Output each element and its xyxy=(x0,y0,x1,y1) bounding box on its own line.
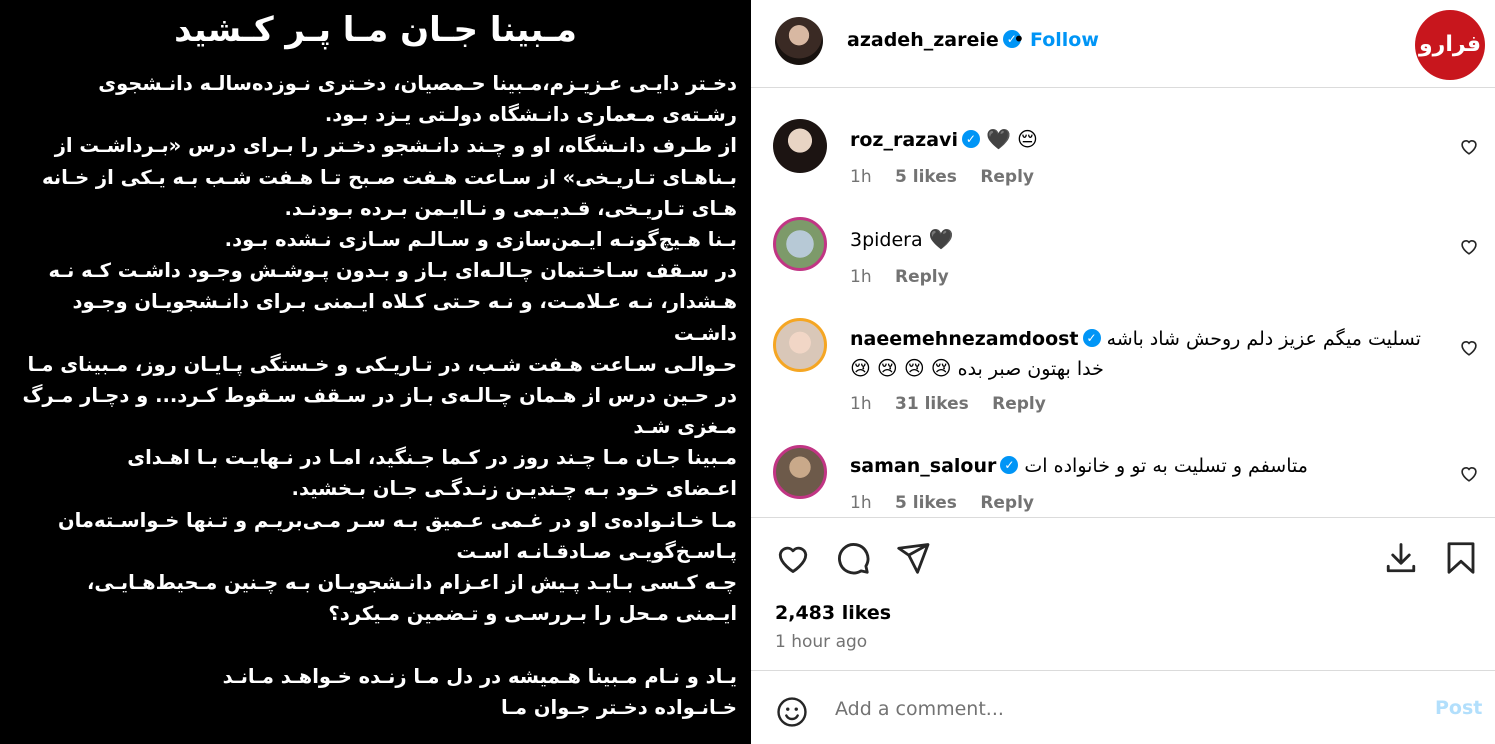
image-text-block: دخـتر دایـی عـزیـزم،مـبینا حـمصیان، دخـت… xyxy=(22,68,737,723)
comment-meta: 1h 5 likes Reply xyxy=(850,167,1052,187)
comment-likes[interactable]: 5 likes xyxy=(895,167,957,187)
comment-time: 1h xyxy=(850,267,872,287)
image-line: دخـتر دایـی عـزیـزم،مـبینا حـمصیان، دخـت… xyxy=(98,72,737,95)
brand-logo: فرارو xyxy=(1415,10,1485,80)
image-line: حـوالـی سـاعت هـفت شـب، در تـاریـکی و خـ… xyxy=(27,352,737,376)
comment-text-line: saman_salour ✓ متاسفم و تسلیت به تو و خان… xyxy=(850,455,1308,477)
image-line: اعـضای خـود بـه چـندیـن زنـدگـی جـان بـخ… xyxy=(291,477,737,501)
commenter-avatar[interactable] xyxy=(773,445,827,499)
image-line: چـه کـسی بـایـد پـیش از اعـزام دانـشجویـ… xyxy=(87,571,737,594)
comment-text-line: 3pidera 🖤 xyxy=(850,227,954,251)
image-line: بـنا هـیچ‌گونـه ایـمن‌سازی و سـالـم سـاز… xyxy=(224,227,737,251)
add-comment-bar: Post xyxy=(751,670,1495,744)
like-heart-icon[interactable] xyxy=(775,540,811,576)
black-heart-emoji: 🖤 xyxy=(928,227,954,251)
crying-face-emoji: 😢 xyxy=(903,356,925,380)
reply-button[interactable]: Reply xyxy=(980,167,1034,187)
like-comment-heart-icon[interactable] xyxy=(1458,135,1480,157)
image-line: رشـته‌ی مـعماری دانـشگاه دولـتی یـزد بـو… xyxy=(324,103,737,127)
image-line xyxy=(37,629,737,660)
separator-dot: • xyxy=(1013,27,1025,51)
like-comment-heart-icon[interactable] xyxy=(1458,462,1480,484)
author-username-text[interactable]: azadeh_zareie xyxy=(847,29,999,51)
author-avatar[interactable] xyxy=(775,17,823,65)
comment-bubble-icon[interactable] xyxy=(835,540,871,576)
verified-badge-icon: ✓ xyxy=(961,129,980,148)
comment-likes[interactable]: 31 likes xyxy=(895,394,969,414)
reply-button[interactable]: Reply xyxy=(980,493,1034,513)
emoji-picker-icon[interactable] xyxy=(775,695,809,729)
image-line: از طـرف دانـشگاه، او و چـند دانـشجو دخـت… xyxy=(54,134,737,158)
crying-face-emoji: 😢 xyxy=(876,356,898,380)
pensive-face-emoji: 😔 xyxy=(1016,127,1038,151)
comment-text-2: خدا بهتون صبر بده xyxy=(957,358,1104,380)
follow-button[interactable]: Follow xyxy=(1030,29,1099,51)
comment-input[interactable] xyxy=(835,695,1395,723)
commenter-avatar[interactable] xyxy=(773,119,827,173)
image-line: در سـقف سـاخـتمان چـالـه‌ای بـاز و بـدون… xyxy=(48,259,737,283)
comment-meta: 1h 31 likes Reply xyxy=(850,394,1064,414)
black-heart-emoji: 🖤 xyxy=(986,127,1011,151)
crying-face-emoji: 😢 xyxy=(850,356,871,380)
comment-likes[interactable]: 5 likes xyxy=(895,493,957,513)
post-image: مـبینا جـان مـا پـر کـشید دخـتر دایـی عـ… xyxy=(0,0,751,744)
image-line: هـای تـاریـخی، قـدیـمی و نـاایـمن بـرده … xyxy=(284,196,737,220)
image-line: پـاسـخ‌گویـی صـادقـانـه اسـت xyxy=(456,539,737,563)
reply-button[interactable]: Reply xyxy=(895,267,949,287)
download-icon[interactable] xyxy=(1383,540,1419,576)
commenter-username[interactable]: roz_razavi xyxy=(850,129,958,151)
image-line: ایـمنی مـحل را بـررسـی و تـضمین مـیکرد؟ xyxy=(328,602,737,626)
comments-list: roz_razavi ✓ 🖤 😔 1h 5 likes Reply 3pidera… xyxy=(751,89,1495,518)
image-line: مـا خـانـواده‌ی او در غـمی عـمیق بـه سـر… xyxy=(57,508,737,532)
comment-text-line-2: خدا بهتون صبر بده 😢 😢 😢 😢 xyxy=(850,356,1104,380)
verified-badge-icon: ✓ xyxy=(1000,455,1019,474)
like-comment-heart-icon[interactable] xyxy=(1458,336,1480,358)
image-line: یـاد و نـام مـبینا هـمیشه در دل مـا زنـد… xyxy=(222,664,737,688)
commenter-username[interactable]: saman_salour xyxy=(850,455,996,477)
share-send-icon[interactable] xyxy=(895,540,931,576)
comment-time: 1h xyxy=(850,493,872,513)
comment-time: 1h xyxy=(850,167,872,187)
comment-time: 1h xyxy=(850,394,872,414)
comment-meta: 1h Reply xyxy=(850,267,967,287)
commenter-avatar[interactable] xyxy=(773,217,827,271)
post-comment-button[interactable]: Post xyxy=(1435,697,1482,719)
reply-button[interactable]: Reply xyxy=(992,394,1046,414)
post-time: 1 hour ago xyxy=(775,632,868,652)
image-line: در حـین درس از هـمان چـالـه‌ی بـاز در سـ… xyxy=(22,383,737,407)
likes-count[interactable]: 2,483 likes xyxy=(775,602,891,624)
comment-text: تسلیت میگم عزیز دلم روحش شاد باشه xyxy=(1106,328,1421,350)
image-line: بـناهـای تـاریـخی» از سـاعت هـفت صـبح تـ… xyxy=(41,165,737,189)
post-header: azadeh_zareie ✓ • Follow فرارو xyxy=(751,0,1495,88)
comment-text-line: naeemehnezamdoost ✓ تسلیت میگم عزیز دلم ر… xyxy=(850,328,1421,350)
image-line: هـشدار، نـه عـلامـت، و نـه حـتی کـلاه ای… xyxy=(72,290,737,314)
author-username[interactable]: azadeh_zareie ✓ xyxy=(847,29,1021,51)
save-bookmark-icon[interactable] xyxy=(1443,540,1479,576)
image-line: خـانـواده دخـتر جـوان مـا xyxy=(501,695,737,719)
verified-badge-icon: ✓ xyxy=(1082,328,1101,347)
comment-meta: 1h 5 likes Reply xyxy=(850,493,1052,513)
image-line: مـبینا جـان مـا چـند روز در کـما جـنگید،… xyxy=(127,446,737,470)
crying-face-emoji: 😢 xyxy=(930,356,952,380)
image-line: مـغزی شـد xyxy=(633,415,737,439)
commenter-username[interactable]: naeemehnezamdoost xyxy=(850,328,1079,350)
image-title: مـبینا جـان مـا پـر کـشید xyxy=(174,10,577,50)
like-comment-heart-icon[interactable] xyxy=(1458,235,1480,257)
commenter-username[interactable]: 3pidera xyxy=(850,229,923,251)
comment-text-line: roz_razavi ✓ 🖤 😔 xyxy=(850,127,1038,151)
comment-text: متاسفم و تسلیت به تو و خانواده ات xyxy=(1024,455,1308,477)
post-actions: 2,483 likes 1 hour ago Post xyxy=(751,518,1495,744)
post-sidebar: azadeh_zareie ✓ • Follow فرارو roz_razavi… xyxy=(751,0,1495,744)
image-line: داشـت xyxy=(673,321,737,345)
commenter-avatar[interactable] xyxy=(773,318,827,372)
